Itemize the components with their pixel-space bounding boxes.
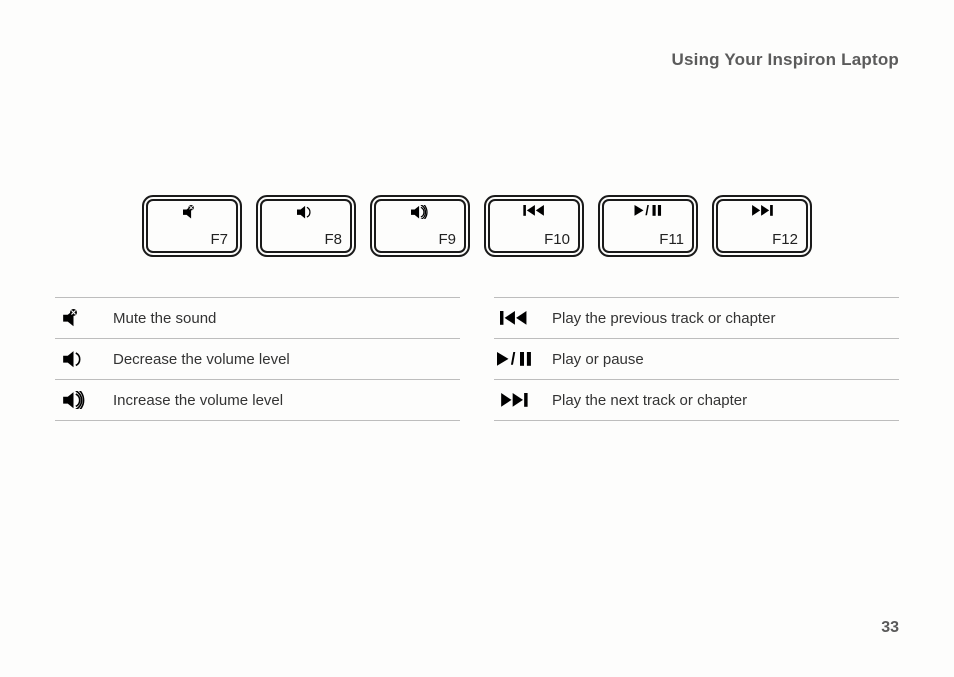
page-header-title: Using Your Inspiron Laptop: [672, 50, 899, 69]
svg-text:/: /: [645, 205, 649, 216]
play-pause-icon: /: [494, 352, 534, 366]
legend-row: Increase the volume level: [55, 380, 460, 421]
legend-column-right: Play the previous track or chapter / Pla…: [494, 297, 899, 421]
volume-down-icon: [296, 205, 316, 219]
key-f7: F7: [142, 195, 242, 257]
key-f10: F10: [484, 195, 584, 257]
legend: Mute the sound Decrease the volume level…: [55, 297, 899, 421]
next-track-icon: [751, 205, 773, 216]
key-label: F10: [544, 231, 570, 248]
volume-up-icon: [55, 391, 95, 409]
legend-row: Decrease the volume level: [55, 339, 460, 380]
legend-row: Mute the sound: [55, 297, 460, 339]
key-f12: F12: [712, 195, 812, 257]
legend-text: Increase the volume level: [113, 392, 283, 409]
key-f8: F8: [256, 195, 356, 257]
key-f9: F9: [370, 195, 470, 257]
legend-row: / Play or pause: [494, 339, 899, 380]
legend-text: Play the previous track or chapter: [552, 310, 775, 327]
legend-text: Play or pause: [552, 351, 644, 368]
volume-down-icon: [55, 350, 95, 368]
key-label: F7: [210, 231, 228, 248]
page-header: Using Your Inspiron Laptop: [55, 50, 899, 70]
key-label: F11: [659, 231, 684, 248]
svg-text:/: /: [511, 352, 516, 366]
mute-icon: [182, 205, 202, 219]
document-page: Using Your Inspiron Laptop F7 F8 F9 F10: [0, 0, 954, 677]
legend-text: Play the next track or chapter: [552, 392, 747, 409]
legend-row: Play the next track or chapter: [494, 380, 899, 421]
mute-icon: [55, 309, 95, 327]
key-f11: / F11: [598, 195, 698, 257]
key-label: F9: [438, 231, 456, 248]
previous-track-icon: [523, 205, 545, 216]
legend-text: Mute the sound: [113, 310, 216, 327]
play-pause-icon: /: [635, 205, 662, 216]
next-track-icon: [494, 393, 534, 407]
previous-track-icon: [494, 311, 534, 325]
legend-row: Play the previous track or chapter: [494, 297, 899, 339]
function-key-row: F7 F8 F9 F10 / F11: [55, 195, 899, 257]
page-number: 33: [881, 619, 899, 637]
legend-column-left: Mute the sound Decrease the volume level…: [55, 297, 460, 421]
legend-text: Decrease the volume level: [113, 351, 290, 368]
key-label: F8: [324, 231, 342, 248]
volume-up-icon: [410, 205, 430, 219]
key-label: F12: [772, 231, 798, 248]
